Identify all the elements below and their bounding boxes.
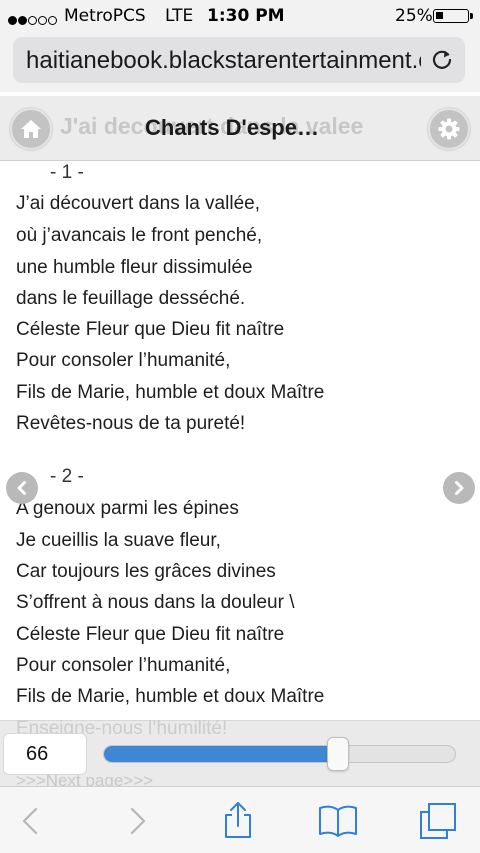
font-size-label: 66 [26, 743, 49, 765]
back-icon[interactable] [12, 801, 52, 841]
browser-address-area: haitianebook.blackstarentertainment.com [0, 32, 480, 92]
chevron-right-icon [455, 481, 464, 495]
lyric-line: Céleste Fleur que Dieu fit naître [16, 624, 285, 645]
address-text[interactable]: haitianebook.blackstarentertainment.com [26, 47, 421, 75]
lyric-line: Revêtes-nous de ta pureté! [16, 413, 246, 434]
previous-page-button[interactable] [6, 472, 38, 504]
next-page-button[interactable] [443, 472, 475, 504]
app-header: J'ai decouvert dans la valee Chants D'es… [0, 96, 480, 161]
network-type: LTE [165, 6, 194, 26]
slider-thumb[interactable] [327, 737, 349, 771]
status-bar: MetroPCS LTE 1:30 PM 25% [0, 0, 480, 32]
font-size-value: 66 [3, 733, 87, 775]
signal-dot [28, 16, 37, 25]
lyric-line: Céleste Fleur que Dieu fit naître [16, 319, 285, 340]
font-size-slider[interactable] [103, 745, 456, 763]
signal-dot [38, 16, 47, 25]
gear-icon [438, 118, 460, 140]
lyric-line: Pour consoler l’humanité, [16, 655, 231, 676]
address-bar[interactable]: haitianebook.blackstarentertainment.com [13, 37, 465, 83]
reload-icon[interactable] [431, 49, 453, 71]
tabs-icon[interactable] [418, 801, 458, 841]
home-button[interactable] [10, 108, 52, 150]
lyric-line: une humble fleur dissimulée [16, 257, 253, 278]
battery-percent: 25% [395, 6, 433, 26]
lyric-line: A genoux parmi les épines [16, 498, 239, 519]
signal-dot [48, 16, 57, 25]
lyric-line: Car toujours les grâces divines [16, 561, 276, 582]
lyric-line: Fils de Marie, humble et doux Maître [16, 686, 325, 707]
share-icon[interactable] [218, 801, 258, 841]
status-time: 1:30 PM [207, 6, 285, 26]
lyric-line: où j’avancais le front penché, [16, 225, 263, 246]
page-title: Chants D'espe… [145, 115, 319, 140]
stanza-number: - 1 - [50, 162, 84, 183]
signal-dot [8, 16, 17, 25]
chevron-left-icon [17, 481, 26, 495]
lyrics-content: - 1 - J’ai découvert dans la vallée, où … [0, 160, 480, 720]
stanza-number: - 2 - [50, 466, 84, 487]
lyric-line: Pour consoler l’humanité, [16, 350, 231, 371]
font-size-bar: Enseigne-nous l’humilité! >>>Next page>>… [0, 718, 480, 790]
carrier-name: MetroPCS [64, 6, 146, 26]
settings-button[interactable] [428, 108, 470, 150]
forward-icon[interactable] [116, 801, 156, 841]
signal-dot [18, 16, 27, 25]
slider-fill [104, 746, 337, 762]
lyric-line: Je cueillis la suave fleur, [16, 530, 221, 551]
bookmarks-icon[interactable] [318, 801, 358, 841]
battery-icon [433, 9, 473, 23]
lyric-line: J’ai découvert dans la vallée, [16, 193, 260, 214]
signal-strength-icon [8, 10, 58, 25]
lyric-line: S’offrent à nous dans la douleur \ [16, 592, 295, 613]
browser-toolbar [0, 786, 480, 853]
lyric-line: dans le feuillage desséché. [16, 288, 246, 309]
home-icon [21, 120, 41, 138]
lyric-line: Fils de Marie, humble et doux Maître [16, 382, 325, 403]
